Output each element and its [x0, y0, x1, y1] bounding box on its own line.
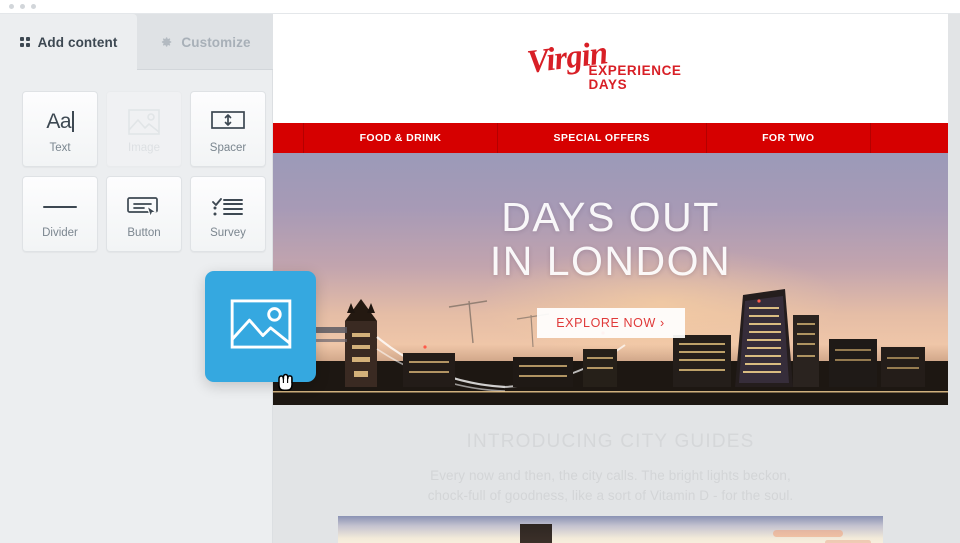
logo-subtitle-line2: DAYS [588, 77, 628, 92]
block-text-label: Text [49, 141, 71, 154]
explore-now-button[interactable]: EXPLORE NOW › [536, 308, 685, 338]
block-button-label: Button [127, 226, 161, 239]
image-icon [230, 299, 292, 354]
city-guides-image-cloud-1 [773, 530, 843, 537]
block-spacer-label: Spacer [209, 141, 247, 154]
block-image[interactable]: Image [106, 91, 182, 167]
block-text[interactable]: Aa Text [22, 91, 98, 167]
tab-customize[interactable]: Customize [137, 14, 273, 70]
hero-title-line1: DAYS OUT [501, 194, 720, 240]
image-icon [128, 105, 160, 139]
city-guides-image-building [520, 524, 552, 543]
window-close-dot[interactable] [9, 4, 14, 9]
tab-add-content-label: Add content [37, 34, 118, 50]
email-preview: Virgin EXPERIENCE DAYS FOOD & DRINK SPEC… [273, 14, 948, 543]
divider-icon [43, 190, 77, 224]
city-guides-title: INTRODUCING CITY GUIDES [466, 431, 755, 452]
tab-add-content[interactable]: Add content [0, 14, 137, 70]
block-survey[interactable]: Survey [190, 176, 266, 252]
text-icon: Aa [46, 105, 74, 139]
email-header: Virgin EXPERIENCE DAYS [273, 14, 948, 123]
city-guides-body-line1: Every now and then, the city calls. The … [430, 468, 791, 483]
nav-left-spacer [273, 123, 303, 153]
hero-overlay: DAYS OUT IN LONDON EXPLORE NOW › [273, 153, 948, 405]
block-divider[interactable]: Divider [22, 176, 98, 252]
content-blocks-grid: Aa Text Image Spacer Divider Button Surv… [22, 91, 266, 252]
nav-item-for-two[interactable]: FOR TWO [705, 123, 871, 153]
logo-subtitle: EXPERIENCE DAYS [588, 62, 682, 93]
city-guides-image [338, 516, 883, 543]
city-guides-section: INTRODUCING CITY GUIDES Every now and th… [273, 405, 948, 543]
hero-banner: DAYS OUT IN LONDON EXPLORE NOW › [273, 153, 948, 405]
window-titlebar [0, 0, 960, 14]
app-window: Add content Customize Aa Text Image Spac… [0, 0, 960, 543]
gear-icon [159, 35, 173, 49]
window-maximize-dot[interactable] [31, 4, 36, 9]
nav-item-food-drink[interactable]: FOOD & DRINK [303, 123, 497, 153]
block-button[interactable]: Button [106, 176, 182, 252]
survey-icon [211, 190, 245, 224]
text-icon-glyph: Aa [46, 109, 72, 133]
hero-title-line2: IN LONDON [489, 238, 732, 284]
button-icon [127, 190, 161, 224]
tab-customize-label: Customize [181, 34, 251, 50]
block-survey-label: Survey [210, 226, 246, 239]
city-guides-body-line2: chock-full of goodness, like a sort of V… [427, 488, 794, 503]
logo-subtitle-line1: EXPERIENCE [588, 62, 682, 78]
hero-title: DAYS OUT IN LONDON [273, 195, 948, 283]
window-minimize-dot[interactable] [20, 4, 25, 9]
sidebar-tabbar: Add content Customize [0, 14, 273, 70]
nav-right-spacer [870, 123, 948, 153]
email-canvas: Virgin EXPERIENCE DAYS FOOD & DRINK SPEC… [273, 14, 960, 543]
city-guides-body: Every now and then, the city calls. The … [273, 466, 948, 506]
block-divider-label: Divider [42, 226, 78, 239]
window-controls [9, 4, 36, 9]
grid-icon [19, 37, 30, 47]
drag-ghost-image-block[interactable] [205, 271, 316, 382]
spacer-icon [211, 105, 245, 139]
email-nav: FOOD & DRINK SPECIAL OFFERS FOR TWO [273, 123, 948, 153]
block-image-label: Image [128, 141, 160, 154]
block-spacer[interactable]: Spacer [190, 91, 266, 167]
virgin-experience-days-logo: Virgin EXPERIENCE DAYS [525, 35, 695, 98]
nav-item-special-offers[interactable]: SPECIAL OFFERS [496, 123, 706, 153]
